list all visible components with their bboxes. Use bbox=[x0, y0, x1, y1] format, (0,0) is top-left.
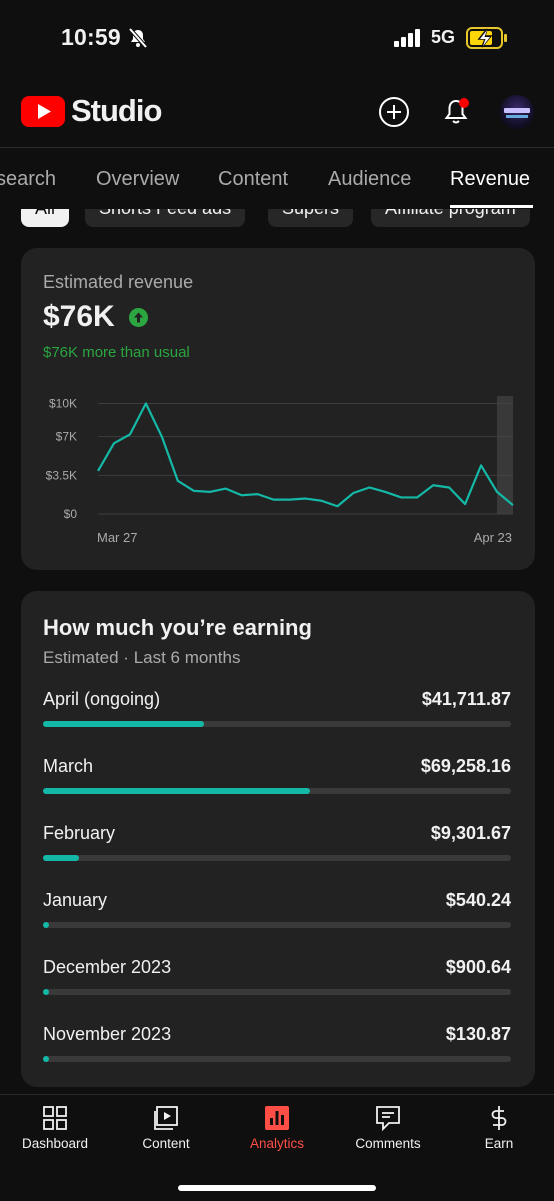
earnings-amount: $69,258.16 bbox=[420, 756, 511, 776]
signal-icon bbox=[394, 29, 420, 47]
earnings-bar-track bbox=[43, 1056, 511, 1062]
earnings-bar-fill bbox=[43, 721, 204, 727]
nav-earn[interactable]: Earn bbox=[444, 1095, 554, 1165]
earnings-bar-fill bbox=[43, 989, 49, 995]
tab-revenue[interactable]: Revenue bbox=[450, 168, 530, 191]
nav-label: Content bbox=[142, 1136, 190, 1151]
earnings-bar-track bbox=[43, 721, 511, 727]
chip-all[interactable]: All bbox=[21, 209, 70, 227]
tab-research[interactable]: search bbox=[0, 168, 56, 191]
earnings-bar-fill bbox=[43, 1056, 49, 1062]
earnings-row[interactable]: February $9,301.67 bbox=[43, 823, 511, 883]
avatar[interactable] bbox=[500, 95, 534, 129]
status-time: 10:59 bbox=[61, 24, 121, 50]
earnings-bar-track bbox=[43, 989, 511, 995]
earnings-row[interactable]: November 2023 $130.87 bbox=[43, 1024, 511, 1084]
earnings-month: March bbox=[43, 756, 94, 776]
content-icon bbox=[154, 1106, 178, 1130]
revenue-chart[interactable]: $10K $7K $3.5K $0 Mar 27 Apr 23 bbox=[21, 248, 535, 570]
comments-icon bbox=[376, 1106, 400, 1131]
earnings-month: February bbox=[43, 823, 116, 843]
bell-off-icon bbox=[128, 28, 148, 48]
battery-icon bbox=[466, 27, 507, 49]
earnings-row[interactable]: January $540.24 bbox=[43, 890, 511, 950]
earnings-month: January bbox=[43, 890, 108, 910]
bottom-navigation: Dashboard Content Analytics Comments Ear… bbox=[0, 1094, 554, 1201]
status-bar: 10:59 5G bbox=[0, 0, 554, 76]
nav-label: Comments bbox=[355, 1136, 421, 1151]
earnings-bar-track bbox=[43, 788, 511, 794]
chart-xtick-label: Mar 27 bbox=[97, 530, 137, 545]
earnings-bar-fill bbox=[43, 922, 49, 928]
estimated-revenue-card[interactable]: Estimated revenue $76K $76K more than us… bbox=[21, 248, 535, 570]
chart-ytick-label: $10K bbox=[49, 397, 77, 411]
nav-comments[interactable]: Comments bbox=[333, 1095, 443, 1165]
earnings-amount: $130.87 bbox=[445, 1024, 511, 1044]
earnings-month: November 2023 bbox=[43, 1024, 172, 1044]
chart-xtick-label: Apr 23 bbox=[474, 530, 512, 545]
earnings-title: How much you’re earning bbox=[43, 615, 312, 640]
earnings-row[interactable]: December 2023 $900.64 bbox=[43, 957, 511, 1017]
analytics-tabs: search Overview Content Audience Revenue bbox=[0, 147, 554, 210]
earnings-bar-fill bbox=[43, 855, 79, 861]
earnings-bar-fill bbox=[43, 788, 310, 794]
notifications-icon[interactable] bbox=[439, 95, 473, 129]
nav-label: Dashboard bbox=[21, 1136, 89, 1151]
youtube-logo-icon[interactable] bbox=[21, 96, 65, 127]
tab-active-indicator bbox=[450, 205, 533, 208]
chart-ytick-label: $7K bbox=[56, 430, 77, 444]
earnings-amount: $900.64 bbox=[445, 957, 511, 977]
nav-label: Analytics bbox=[249, 1136, 305, 1151]
chart-ytick-label: $3.5K bbox=[46, 468, 77, 482]
earnings-bar-track bbox=[43, 922, 511, 928]
earnings-subtitle: Estimated · Last 6 months bbox=[43, 648, 241, 667]
tab-content[interactable]: Content bbox=[218, 168, 288, 191]
earn-icon bbox=[491, 1106, 507, 1130]
earnings-month: December 2023 bbox=[43, 957, 172, 977]
nav-dashboard[interactable]: Dashboard bbox=[0, 1095, 110, 1165]
earnings-amount: $540.24 bbox=[445, 890, 511, 910]
chart-ytick-label: $0 bbox=[64, 507, 78, 521]
nav-label: Earn bbox=[484, 1136, 514, 1151]
earnings-card: How much you’re earning Estimated · Last… bbox=[21, 591, 535, 1087]
chart-line bbox=[97, 402, 514, 508]
earnings-amount: $9,301.67 bbox=[430, 823, 511, 843]
analytics-icon bbox=[265, 1106, 289, 1130]
tab-overview[interactable]: Overview bbox=[96, 168, 179, 191]
chip-shorts-feed-ads[interactable]: Shorts Feed ads bbox=[85, 209, 246, 227]
chart-partial-period-band bbox=[497, 396, 513, 514]
dashboard-icon bbox=[43, 1106, 67, 1130]
nav-content[interactable]: Content bbox=[111, 1095, 221, 1165]
earnings-bar-track bbox=[43, 855, 511, 861]
network-type: 5G bbox=[431, 27, 456, 47]
nav-analytics[interactable]: Analytics bbox=[222, 1095, 332, 1165]
home-indicator bbox=[178, 1185, 376, 1191]
chip-supers[interactable]: Supers bbox=[268, 209, 354, 227]
chip-affiliate-program[interactable]: Affiliate program bbox=[371, 209, 530, 227]
earnings-row[interactable]: April (ongoing) $41,711.87 bbox=[43, 689, 511, 749]
app-name: Studio bbox=[71, 93, 162, 128]
filter-chips: All Shorts Feed ads Supers Affiliate pro… bbox=[0, 209, 554, 229]
tab-audience[interactable]: Audience bbox=[328, 168, 411, 191]
create-icon[interactable] bbox=[377, 95, 411, 129]
app-header: Studio bbox=[0, 86, 554, 142]
earnings-row[interactable]: March $69,258.16 bbox=[43, 756, 511, 816]
earnings-month: April (ongoing) bbox=[43, 689, 161, 709]
earnings-amount: $41,711.87 bbox=[421, 689, 511, 709]
